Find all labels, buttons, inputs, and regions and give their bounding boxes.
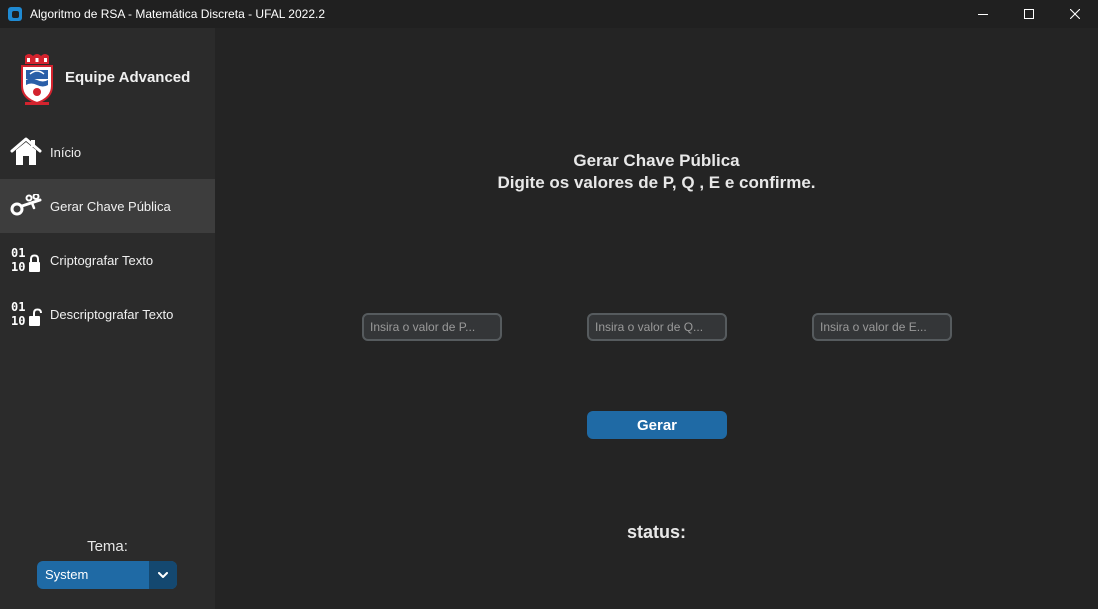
sidebar-item-descriptografar[interactable]: 01 10 Descriptografar Texto	[0, 287, 215, 341]
binary-unlock-icon: 01 10	[10, 298, 42, 330]
page-title-line-2: Digite os valores de P, Q , E e confirme…	[497, 173, 816, 192]
minimize-icon	[978, 14, 988, 15]
sidebar-item-label: Criptografar Texto	[50, 252, 154, 268]
sidebar-item-gerar-chave[interactable]: Gerar Chave Pública	[0, 179, 215, 233]
page-title-line-1: Gerar Chave Pública	[573, 151, 740, 170]
maximize-icon	[1024, 9, 1034, 19]
e-input[interactable]	[812, 313, 952, 341]
svg-text:01: 01	[11, 300, 25, 314]
svg-text:10: 10	[11, 260, 25, 274]
theme-dropdown[interactable]: System	[37, 561, 177, 589]
brand-name: Equipe Advanced	[65, 69, 191, 86]
sidebar: Equipe Advanced Início Gerar Chave Públi…	[0, 28, 215, 609]
sidebar-item-label: Gerar Chave Pública	[50, 198, 171, 214]
university-crest-icon	[21, 54, 53, 105]
generate-button[interactable]: Gerar	[587, 411, 727, 439]
status-label: status:	[626, 522, 686, 542]
binary-lock-icon: 01 10	[10, 244, 42, 276]
key-icon	[10, 190, 42, 222]
title-bar: Algoritmo de RSA - Matemática Discreta -…	[0, 0, 1098, 28]
minimize-button[interactable]	[960, 0, 1006, 28]
close-button[interactable]	[1052, 0, 1098, 28]
window-title: Algoritmo de RSA - Matemática Discreta -…	[30, 7, 326, 21]
main-panel: Gerar Chave Pública Digite os valores de…	[215, 28, 1098, 609]
theme-value: System	[45, 567, 89, 582]
svg-text:10: 10	[11, 314, 25, 328]
p-input[interactable]	[362, 313, 502, 341]
window-controls	[960, 0, 1098, 28]
page-title: Gerar Chave Pública Digite os valores de…	[215, 150, 1098, 194]
close-icon	[1070, 9, 1080, 19]
sidebar-item-label: Início	[50, 144, 82, 160]
maximize-button[interactable]	[1006, 0, 1052, 28]
sidebar-item-inicio[interactable]: Início	[0, 125, 215, 179]
home-icon	[10, 136, 42, 168]
sidebar-item-criptografar[interactable]: 01 10 Criptografar Texto	[0, 233, 215, 287]
theme-label: Tema:	[87, 538, 128, 555]
brand: Equipe Advanced	[0, 50, 215, 106]
chevron-down-icon[interactable]	[149, 561, 177, 589]
q-input[interactable]	[587, 313, 727, 341]
svg-text:01: 01	[11, 246, 25, 260]
sidebar-item-label: Descriptografar Texto	[50, 306, 174, 322]
app-icon	[8, 7, 22, 21]
